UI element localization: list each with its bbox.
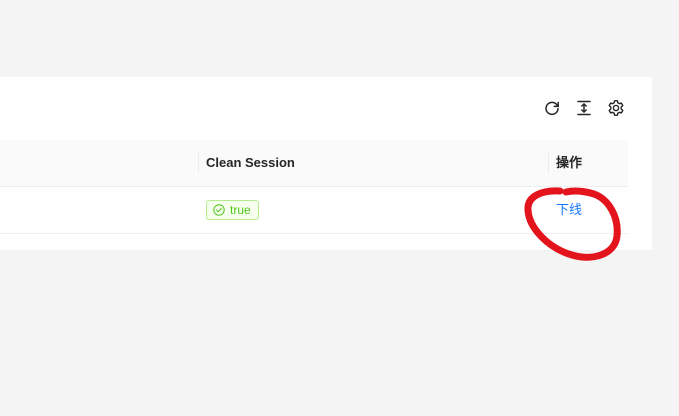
table-header: Clean Session 操作 [0, 140, 628, 187]
setting-icon[interactable] [607, 99, 625, 117]
column-divider [548, 153, 549, 173]
reload-icon[interactable] [543, 99, 561, 117]
page: Clean Session 操作 true 下线 [0, 0, 679, 416]
status-badge-label: true [230, 203, 251, 217]
table-row: true 下线 [0, 187, 628, 234]
offline-button[interactable]: 下线 [556, 201, 582, 219]
column-header-actions: 操作 [556, 155, 583, 170]
column-divider [198, 153, 199, 173]
column-height-icon[interactable] [575, 99, 593, 117]
column-header-clean-session: Clean Session [206, 155, 295, 170]
check-circle-icon [213, 204, 225, 216]
status-badge: true [206, 200, 259, 220]
